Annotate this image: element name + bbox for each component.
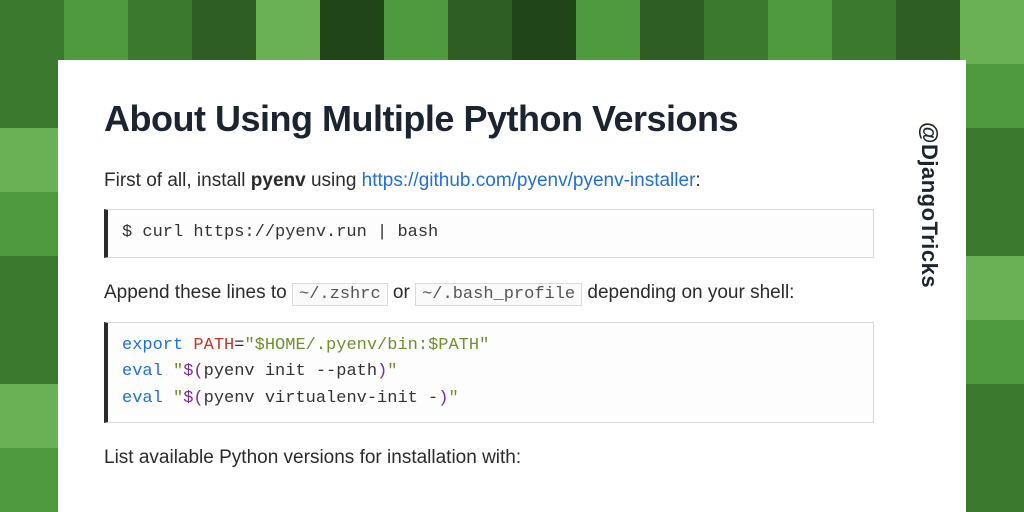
tok-eq: = (234, 336, 244, 355)
tok-close: ) (377, 362, 387, 381)
list-versions-paragraph: List available Python versions for insta… (104, 443, 874, 472)
tok-quote: " (173, 362, 183, 381)
intro-bold: pyenv (251, 170, 306, 191)
tok-quote: " (448, 389, 458, 408)
tok-body: pyenv init --path (204, 362, 377, 381)
tok-quote: " (173, 389, 183, 408)
inline-code-zshrc: ~/.zshrc (292, 283, 388, 306)
tok-kw: eval (122, 389, 163, 408)
author-handle[interactable]: @DjangoTricks (916, 122, 942, 288)
article-card: About Using Multiple Python Versions Fir… (58, 60, 966, 512)
append-text-2: depending on your shell: (582, 282, 794, 303)
tok-body: pyenv virtualenv-init - (204, 389, 439, 408)
tok-quote: " (387, 362, 397, 381)
append-text-1: Append these lines to (104, 282, 292, 303)
code-block-install: $ curl https://pyenv.run | bash (104, 209, 874, 257)
page-title: About Using Multiple Python Versions (104, 98, 874, 140)
tok-sp (163, 362, 173, 381)
intro-text-prefix: First of all, install (104, 170, 251, 191)
tok-kw: export (122, 336, 183, 355)
intro-text-mid: using (306, 170, 362, 191)
article-content: About Using Multiple Python Versions Fir… (104, 98, 874, 487)
tok-open: $( (183, 389, 203, 408)
tok-kw: eval (122, 362, 163, 381)
append-paragraph: Append these lines to ~/.zshrc or ~/.bas… (104, 278, 874, 308)
tok-sp (163, 389, 173, 408)
intro-text-suffix: : (695, 170, 700, 191)
tok-str: "$HOME/.pyenv/bin:$PATH" (244, 336, 489, 355)
append-or: or (388, 282, 415, 303)
pyenv-installer-link[interactable]: https://github.com/pyenv/pyenv-installer (362, 170, 696, 191)
tok-var: PATH (183, 336, 234, 355)
intro-paragraph: First of all, install pyenv using https:… (104, 166, 874, 195)
code-block-shellrc: export PATH="$HOME/.pyenv/bin:$PATH" eva… (104, 322, 874, 423)
tok-open: $( (183, 362, 203, 381)
inline-code-bash-profile: ~/.bash_profile (415, 283, 582, 306)
tok-close: ) (438, 389, 448, 408)
